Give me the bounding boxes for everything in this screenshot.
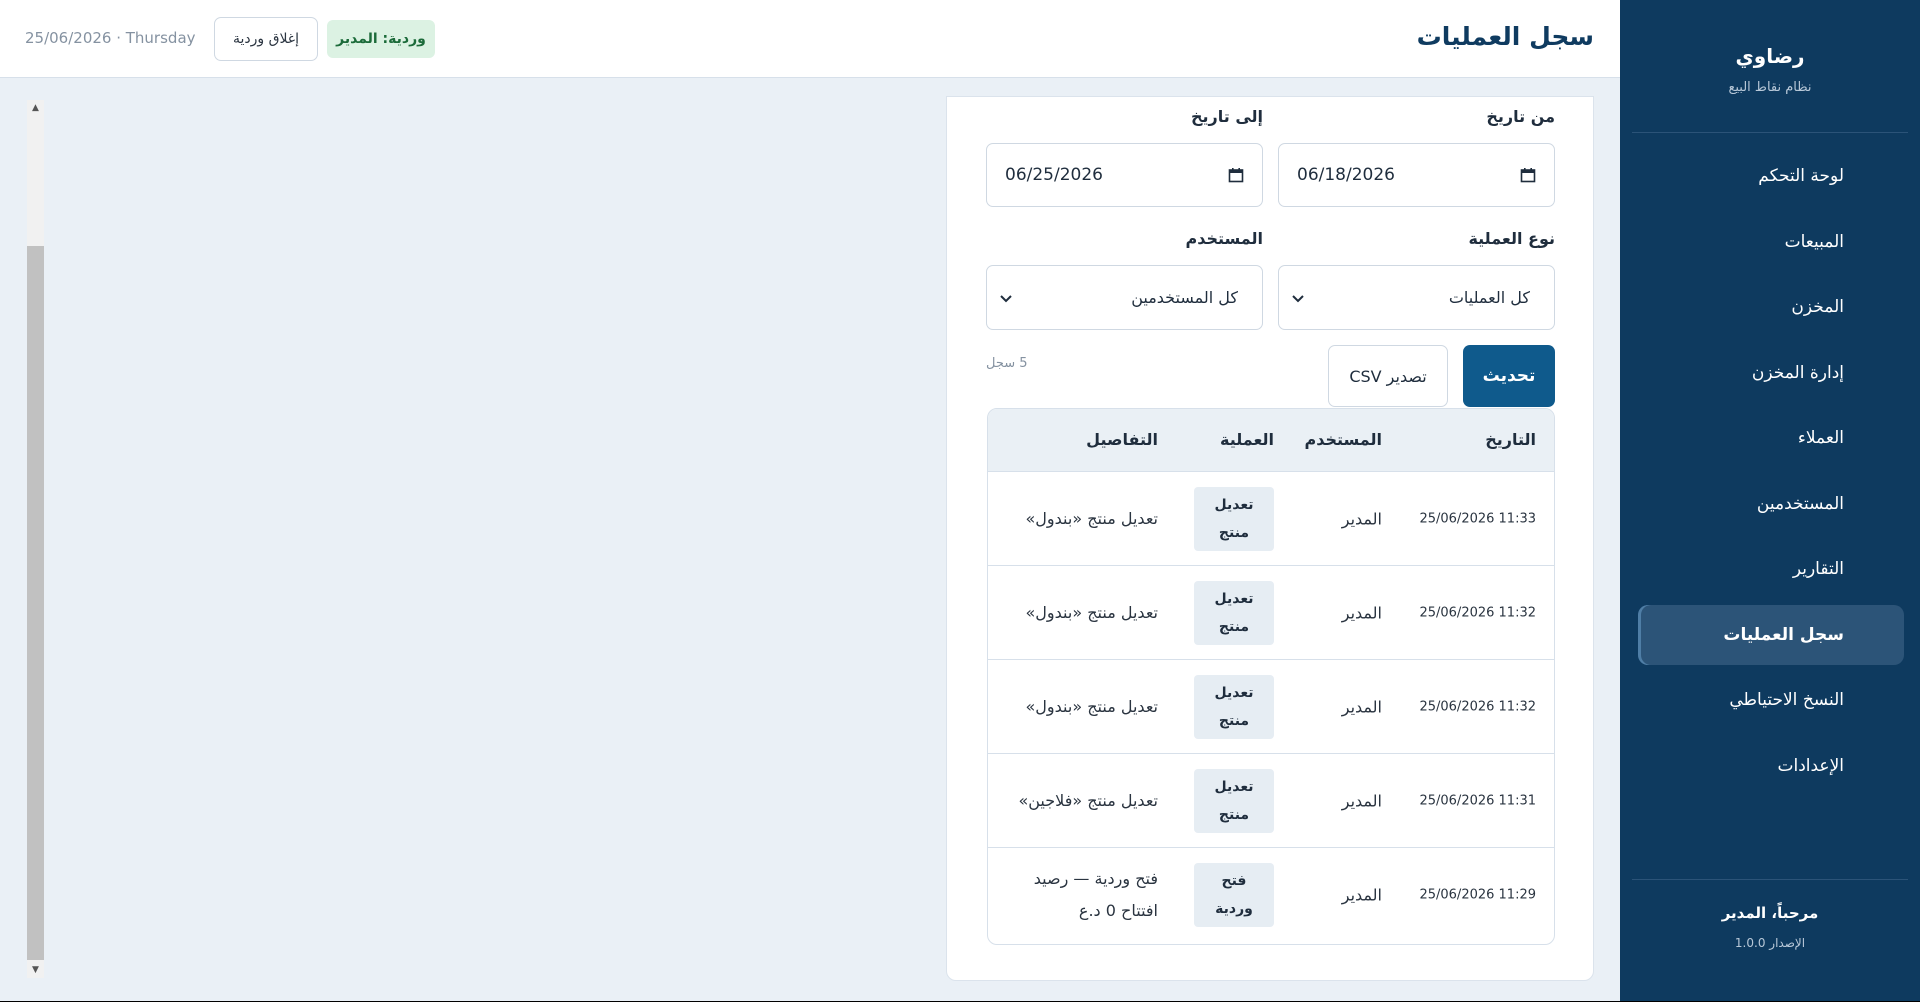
sidebar-item-activity-log[interactable]: سجل العمليات (1638, 604, 1904, 665)
current-date: 25/06/2026 · Thursday (25, 29, 196, 47)
row-user: المدير (1341, 697, 1382, 716)
row-user: المدير (1341, 603, 1382, 622)
activity-table: التاريخ المستخدم العملية التفاصيل 25/06/… (987, 408, 1555, 945)
sidebar-item-sales[interactable]: المبيعات (1638, 212, 1904, 272)
user-welcome: مرحباً، المدير الإصدار 1.0.0 (1620, 904, 1920, 950)
row-operation-badge: تعديل منتج (1194, 580, 1274, 645)
table-header: التاريخ المستخدم العملية التفاصيل (988, 409, 1554, 472)
row-operation-badge: فتح وردية (1194, 863, 1274, 927)
user-filter-value: كل المستخدمين (1131, 288, 1238, 307)
row-date: 25/06/2026 11:31 (1419, 793, 1536, 808)
header-date[interactable]: التاريخ (1485, 430, 1536, 449)
sidebar-item-dashboard[interactable]: لوحة التحكم (1638, 146, 1904, 206)
user-filter-select[interactable]: كل المستخدمين (986, 265, 1263, 330)
row-date: 25/06/2026 11:32 (1419, 605, 1536, 620)
app-window: سجل العمليات وردية: المدير إغلاق وردية 2… (0, 0, 1920, 1001)
row-details: تعديل منتج «بندول» (1025, 508, 1158, 528)
operation-type-label: نوع العملية (1468, 229, 1555, 248)
header-details[interactable]: التفاصيل (1086, 430, 1158, 449)
to-date-value: 06/25/2026 (1005, 165, 1103, 185)
table-row[interactable]: 25/06/2026 11:32 المدير تعديل منتج تعديل… (988, 660, 1554, 754)
operation-type-select[interactable]: كل العمليات (1278, 265, 1555, 330)
row-details: تعديل منتج «بندول» (1025, 602, 1158, 622)
shift-badge: وردية: المدير (327, 20, 435, 58)
user-filter-label: المستخدم (1185, 229, 1263, 248)
row-details: تعديل منتج «بندول» (1025, 696, 1158, 716)
from-date-input[interactable]: 06/18/2026 (1278, 143, 1555, 207)
scrollbar[interactable]: ▲ ▼ (27, 100, 44, 978)
scroll-up-icon[interactable]: ▲ (27, 100, 44, 116)
row-operation-badge: تعديل منتج (1194, 486, 1274, 551)
sidebar-item-reports[interactable]: التقارير (1638, 539, 1904, 599)
record-count: 5 سجل (986, 356, 1028, 371)
sidebar-item-backup[interactable]: النسخ الاحتياطي (1638, 670, 1904, 730)
row-details: فتح وردية — رصيد افتتاح 0 د.ع (1033, 869, 1158, 920)
to-date-label: إلى تاريخ (1190, 107, 1263, 126)
divider (1632, 132, 1908, 133)
table-row[interactable]: 25/06/2026 11:32 المدير تعديل منتج تعديل… (988, 566, 1554, 660)
export-csv-button[interactable]: تصدير CSV (1328, 345, 1448, 407)
activity-log-card: من تاريخ إلى تاريخ 06/18/2026 06/25/2026… (946, 96, 1594, 981)
table-row[interactable]: 25/06/2026 11:29 المدير فتح وردية فتح ور… (988, 848, 1554, 942)
calendar-icon[interactable] (1520, 167, 1536, 183)
table-row[interactable]: 25/06/2026 11:31 المدير تعديل منتج تعديل… (988, 754, 1554, 848)
row-date: 25/06/2026 11:32 (1419, 699, 1536, 714)
row-operation-badge: تعديل منتج (1194, 768, 1274, 833)
to-date-input[interactable]: 06/25/2026 (986, 143, 1263, 207)
row-date: 25/06/2026 11:33 (1419, 511, 1536, 526)
scroll-thumb[interactable] (27, 246, 44, 960)
brand-subtitle: نظام نقاط البيع (1728, 80, 1812, 95)
operation-type-value: كل العمليات (1448, 288, 1530, 307)
row-user: المدير (1341, 509, 1382, 528)
header-user[interactable]: المستخدم (1304, 430, 1382, 449)
row-operation-badge: تعديل منتج (1194, 674, 1274, 739)
welcome-text: مرحباً، المدير (1721, 904, 1819, 922)
sidebar-item-store[interactable]: المخزن (1638, 277, 1904, 337)
close-shift-button[interactable]: إغلاق وردية (214, 17, 318, 61)
table-row[interactable]: 25/06/2026 11:33 المدير تعديل منتج تعديل… (988, 472, 1554, 566)
row-user: المدير (1341, 791, 1382, 810)
row-details: تعديل منتج «فلاجين» (1018, 790, 1158, 810)
page-title: سجل العمليات (1416, 22, 1594, 51)
brand: رضاوي نظام نقاط البيع (1620, 44, 1920, 95)
sidebar-nav: لوحة التحكم المبيعات المخزن إدارة المخزن… (1638, 146, 1904, 801)
from-date-label: من تاريخ (1486, 107, 1555, 126)
divider (1632, 879, 1908, 880)
app-version: الإصدار 1.0.0 (1734, 936, 1806, 950)
sidebar-item-inventory-management[interactable]: إدارة المخزن (1638, 343, 1904, 403)
sidebar-item-settings[interactable]: الإعدادات (1638, 736, 1904, 796)
refresh-button[interactable]: تحديث (1463, 345, 1555, 407)
chevron-down-icon (1292, 294, 1304, 302)
brand-name: رضاوي (1735, 44, 1805, 68)
sidebar: رضاوي نظام نقاط البيع لوحة التحكم المبيع… (1620, 0, 1920, 1001)
calendar-icon[interactable] (1228, 167, 1244, 183)
sidebar-item-users[interactable]: المستخدمين (1638, 474, 1904, 534)
header-operation[interactable]: العملية (1220, 430, 1274, 449)
row-date: 25/06/2026 11:29 (1419, 887, 1536, 903)
from-date-value: 06/18/2026 (1297, 165, 1395, 185)
sidebar-item-customers[interactable]: العملاء (1638, 408, 1904, 468)
row-user: المدير (1341, 885, 1382, 905)
scroll-down-icon[interactable]: ▼ (27, 962, 44, 978)
topbar: سجل العمليات وردية: المدير إغلاق وردية 2… (0, 0, 1620, 78)
chevron-down-icon (1000, 294, 1012, 302)
